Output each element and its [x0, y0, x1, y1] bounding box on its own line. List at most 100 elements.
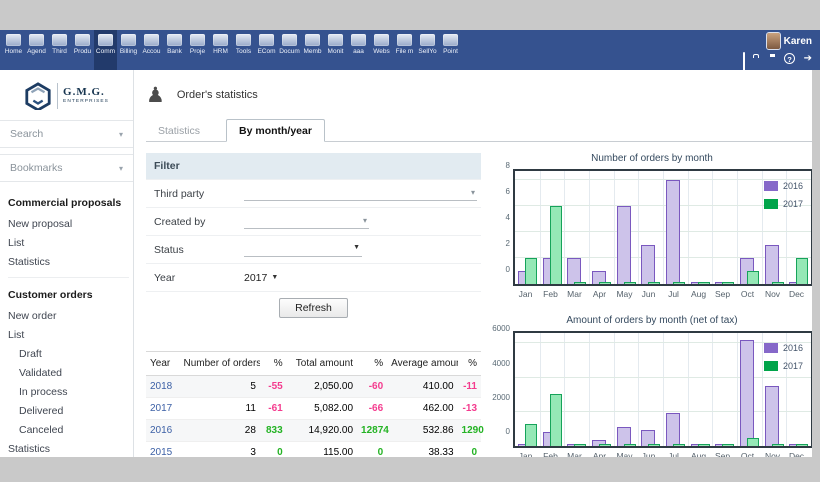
products-icon — [75, 34, 90, 46]
home-icon — [6, 34, 21, 46]
module-agenda[interactable]: Agend — [25, 30, 48, 70]
bar-2017 — [747, 271, 759, 284]
user-line[interactable]: Karen — [733, 33, 812, 49]
bar-2017 — [673, 282, 685, 284]
module-aaa[interactable]: aaa — [347, 30, 370, 70]
sidebar-item-list[interactable]: List — [8, 233, 129, 252]
chat-bubble-shape — [743, 52, 745, 71]
sidebar-item-statistics[interactable]: Statistics — [8, 252, 129, 271]
year-cell[interactable]: 2015 — [146, 442, 180, 458]
sidebar-item-new-proposal[interactable]: New proposal — [8, 214, 129, 233]
sidebar-item-statistics[interactable]: Statistics — [8, 439, 129, 457]
sidebar-item-canceled[interactable]: Canceled — [8, 420, 129, 439]
module-point-of-sale[interactable]: Point — [439, 30, 462, 70]
year-select[interactable]: 2017 ▼ — [244, 272, 278, 284]
value-cell: 115.00 — [287, 442, 357, 458]
status-select[interactable]: ▼ — [244, 242, 362, 257]
chevron-down-icon: ▾ — [119, 130, 123, 139]
value-cell: 833 — [260, 420, 287, 442]
column-header[interactable]: % — [357, 352, 387, 376]
value-cell: 1290 — [458, 420, 481, 442]
third-party-label: Third party — [154, 188, 244, 200]
sidebar-item-list[interactable]: List — [8, 325, 129, 344]
chart-amount-by-month: Amount of orders by month (net of tax)02… — [491, 315, 812, 457]
column-header[interactable]: % — [260, 352, 287, 376]
table-row: 20162883314,920.0012874532.861290 — [146, 420, 481, 442]
sidebar-item-validated[interactable]: Validated — [8, 363, 129, 382]
module-commerce[interactable]: Comm — [94, 30, 117, 70]
logout-icon[interactable]: ➔ — [800, 53, 812, 64]
sidebar-item-in-process[interactable]: In process — [8, 382, 129, 401]
third-parties-icon — [52, 34, 67, 46]
module-projects[interactable]: Proje — [186, 30, 209, 70]
order-statistics-pawn-icon: ♟ — [146, 85, 165, 106]
sidebar-item-draft[interactable]: Draft — [8, 344, 129, 363]
module-members[interactable]: Memb — [301, 30, 324, 70]
sidebar-item-delivered[interactable]: Delivered — [8, 401, 129, 420]
created-by-select[interactable]: ▾ — [244, 214, 369, 229]
page-body: G.M.G. ENTERPRISES Search ▾ Bookmarks ▾ … — [0, 70, 812, 457]
user-name[interactable]: Karen — [784, 36, 812, 47]
bar-2017 — [574, 282, 586, 284]
chat-icon[interactable] — [733, 53, 745, 64]
year-label: Year — [154, 272, 244, 284]
module-sellyoursaas[interactable]: SellYo — [416, 30, 439, 70]
module-accounting[interactable]: Accou — [140, 30, 163, 70]
year-cell[interactable]: 2018 — [146, 376, 180, 398]
column-header[interactable]: Number of orders — [180, 352, 260, 376]
user-avatar[interactable] — [767, 33, 780, 49]
bar-2017 — [698, 282, 710, 284]
value-cell: 0 — [357, 442, 387, 458]
bar-2016 — [666, 413, 680, 446]
module-bank[interactable]: Bank — [163, 30, 186, 70]
module-documents[interactable]: Docum — [278, 30, 301, 70]
gridline — [762, 333, 763, 446]
year-cell[interactable]: 2016 — [146, 420, 180, 442]
tab-statistics[interactable]: Statistics — [146, 120, 212, 141]
third-party-select[interactable]: ▾ — [244, 186, 477, 201]
filter-row-year: Year 2017 ▼ — [146, 263, 481, 291]
gift-icon[interactable] — [750, 53, 762, 64]
bar-2017 — [796, 444, 808, 446]
column-header[interactable]: Total amount — [287, 352, 357, 376]
screenshot-frame: HomeAgendThirdProduCommBillingAccouBankP… — [0, 0, 820, 482]
scrollbar-track[interactable] — [812, 70, 820, 457]
bank-icon — [167, 34, 182, 46]
module-label: Bank — [163, 48, 186, 55]
sidebar-search-section[interactable]: Search ▾ — [0, 120, 133, 148]
module-label: Docum — [278, 48, 301, 55]
charts-column: Number of orders by month0246820162017Ja… — [491, 153, 812, 457]
y-axis-tick: 0 — [491, 427, 510, 436]
x-axis-labels: JanFebMarAprMayJunJulAugSepOctNovDec — [513, 451, 812, 457]
column-header[interactable]: Year — [146, 352, 180, 376]
module-tools[interactable]: Tools — [232, 30, 255, 70]
sidebar-bookmarks-section[interactable]: Bookmarks ▾ — [0, 154, 133, 182]
gridline — [638, 171, 639, 284]
module-monitoring[interactable]: Monit — [324, 30, 347, 70]
year-cell[interactable]: 2017 — [146, 398, 180, 420]
module-file-manager[interactable]: File m — [393, 30, 416, 70]
gridline — [589, 171, 590, 284]
bar-2017 — [525, 424, 537, 446]
chevron-down-icon: ▾ — [363, 216, 367, 225]
module-website[interactable]: Webs — [370, 30, 393, 70]
aaa-icon — [351, 34, 366, 46]
tab-by-month-year[interactable]: By month/year — [226, 119, 325, 142]
column-header[interactable]: % — [458, 352, 481, 376]
printer-icon[interactable] — [767, 53, 779, 64]
module-billing[interactable]: Billing — [117, 30, 140, 70]
column-header[interactable]: Average amount — [387, 352, 457, 376]
sidebar-item-new-order[interactable]: New order — [8, 306, 129, 325]
legend-swatch-2017 — [764, 199, 778, 209]
module-products[interactable]: Produ — [71, 30, 94, 70]
module-home[interactable]: Home — [2, 30, 25, 70]
module-hrm[interactable]: HRM — [209, 30, 232, 70]
help-icon[interactable]: ? — [784, 53, 795, 64]
year-select-value: 2017 — [244, 272, 267, 284]
module-third-parties[interactable]: Third — [48, 30, 71, 70]
gridline — [540, 171, 541, 284]
gridline — [712, 333, 713, 446]
module-ecommerce[interactable]: ECom — [255, 30, 278, 70]
y-axis-tick: 4 — [491, 213, 510, 222]
refresh-button[interactable]: Refresh — [279, 298, 348, 318]
